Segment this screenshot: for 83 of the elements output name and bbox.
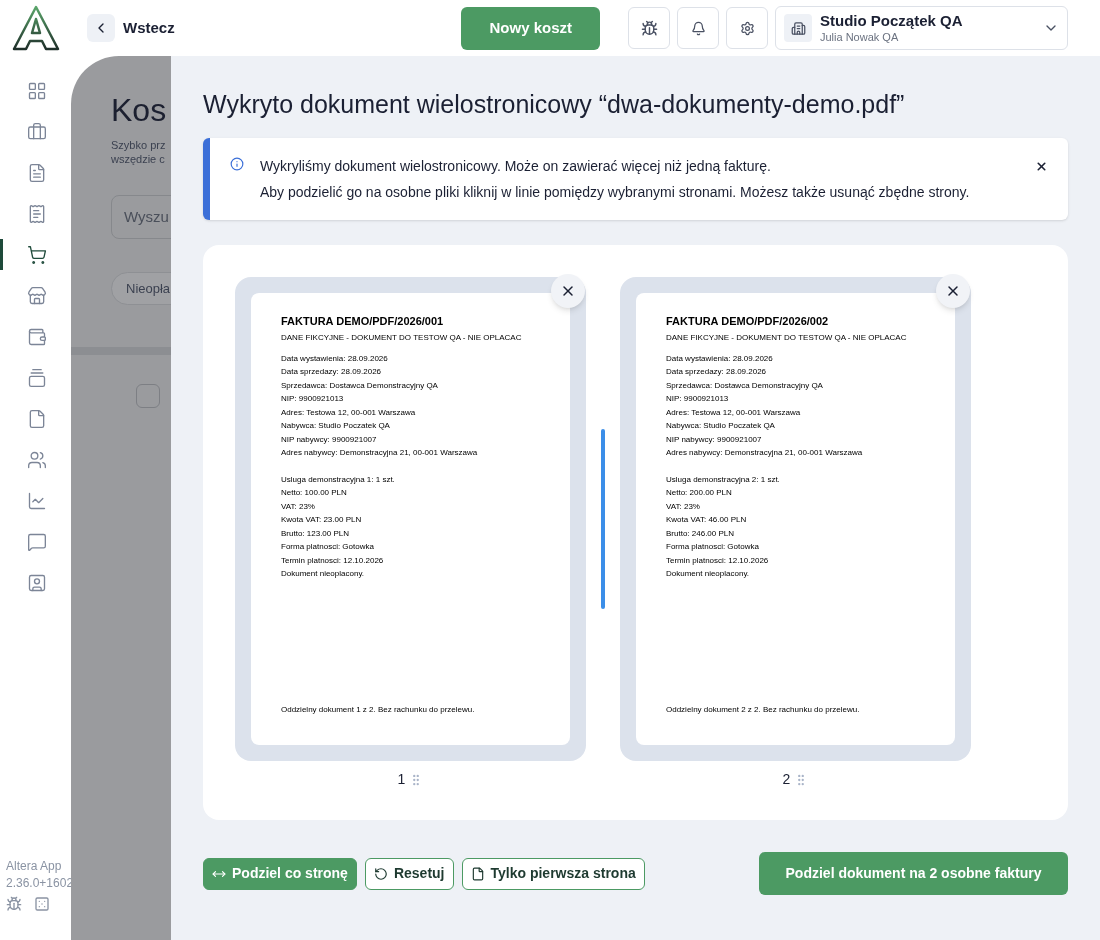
company-switcher[interactable]: Studio Początek QA Julia Nowak QA (775, 6, 1068, 50)
invoice-line: Adres nabywcy: Demonstracyjna 21, 00-001 Warszawa (666, 447, 864, 459)
invoice-line: Data sprzedazy: 28.09.2026 (281, 366, 383, 378)
settings-icon (739, 20, 755, 36)
invoice-line: Kwota VAT: 46.00 PLN (666, 514, 748, 526)
invoice-line: Data wystawienia: 28.09.2026 (666, 352, 774, 365)
invoice-line: Adres: Testowa 12, 00-001 Warszawa (281, 406, 417, 419)
invoice-line: Adres: Testowa 12, 00-001 Warszawa (666, 406, 802, 419)
remove-page-button[interactable] (551, 274, 585, 308)
invoice-line: Brutto: 246.00 PLN (666, 527, 736, 540)
invoice-footer: Oddzielny dokument 2 z 2. Bez rachunku do przelewu. (666, 705, 955, 715)
invoice-line: DANE FIKCYJNE - DOKUMENT DO TESTOW QA - NIE OPLACAC (666, 332, 908, 344)
invoice-line: Kwota VAT: 23.00 PLN (281, 514, 363, 526)
bug-icon[interactable] (6, 896, 22, 912)
invoice-line: Sprzedawca: Dostawca Demonstracyjny QA (281, 379, 439, 392)
action-button[interactable]: Resetuj (364, 857, 454, 890)
invoice-line: Forma platnosci: Gotowka (666, 541, 760, 553)
document-icon (470, 866, 485, 881)
chevron-left-icon (87, 14, 115, 42)
bell-icon (690, 20, 706, 36)
page-title: Kos (111, 91, 168, 130)
close-button[interactable] (1035, 160, 1048, 173)
invoice-line: Dokument nieoplacony. (281, 568, 365, 580)
invoice-line: Netto: 200.00 PLN (666, 487, 733, 499)
invoice-line: Nabywca: Studio Poczatek QA (666, 420, 776, 432)
invoice-heading: FAKTURA DEMO/PDF/2026/002 (666, 315, 830, 327)
invoice-line: Sprzedawca: Dostawca Demonstracyjny QA (666, 379, 824, 392)
filter-chip[interactable]: Nieopła (111, 272, 171, 305)
invoice-line: Termin platnosci: 12.10.2026 (281, 554, 385, 567)
action-button[interactable]: Tylko pierwsza strona (461, 857, 645, 890)
logo-icon (11, 5, 60, 51)
alert-text: Aby podzielić go na osobne pliki kliknij w linie pomiędzy wybranymi stronami. Możesz także usunąć zbędne strony. (260, 183, 971, 202)
page-number: 1 (397, 770, 406, 789)
invoice-line: NIP: 9900921013 (281, 393, 345, 405)
bug-icon (640, 19, 658, 37)
invoice-line: Forma platnosci: Gotowka (281, 541, 375, 553)
page-number: 2 (782, 770, 791, 789)
reset-icon (373, 866, 388, 881)
invoice-line: DANE FIKCYJNE - DOKUMENT DO TESTOW QA - NIE OPLACAC (281, 332, 523, 344)
invoice-footer: Oddzielny dokument 1 z 2. Bez rachunku do przelewu. (281, 705, 570, 715)
invoice-line: Termin platnosci: 12.10.2026 (666, 554, 770, 567)
cart-nav-button[interactable] (26, 243, 48, 266)
invoice-line: Brutto: 123.00 PLN (281, 527, 351, 540)
invoice-line: Dokument nieoplacony. (666, 568, 750, 580)
invoice-heading: FAKTURA DEMO/PDF/2026/001 (281, 315, 445, 327)
invoice-line: Nabywca: Studio Poczatek QA (281, 420, 391, 432)
remove-page-button[interactable] (936, 274, 970, 308)
settings-button[interactable] (726, 7, 768, 49)
app-name: Altera App (6, 858, 63, 875)
back-button[interactable]: Wstecz (87, 14, 175, 42)
invoice-line: VAT: 23% (666, 500, 701, 513)
new-cost-button[interactable]: Nowy koszt (461, 6, 600, 50)
alert-text: Wykryliśmy dokument wielostronicowy. Może on zawierać więcej niż jedną fakturę. (260, 157, 772, 176)
close-icon (560, 283, 576, 299)
info-icon (230, 157, 244, 171)
invoice-line: Data sprzedazy: 28.09.2026 (666, 366, 768, 378)
page-subtitle: wszędzie c (111, 152, 166, 166)
invoice-line: NIP nabywcy: 9900921007 (281, 433, 378, 446)
user-name: Julia Nowak QA (820, 30, 900, 45)
close-icon (945, 283, 961, 299)
dice-icon[interactable] (34, 896, 50, 912)
bug-report-button[interactable] (628, 7, 670, 49)
store-nav-button[interactable] (26, 284, 48, 307)
stacked-cards-nav-button[interactable] (26, 366, 48, 389)
invoice-line: Netto: 100.00 PLN (281, 487, 348, 499)
company-name: Studio Początek QA (820, 11, 964, 31)
action-button[interactable]: Podziel co stronę (203, 857, 357, 890)
invoice-line: Usluga demonstracyjna 1: 1 szt. (281, 473, 396, 486)
invoice-line: Data wystawienia: 28.09.2026 (281, 352, 389, 365)
split-document-button[interactable]: Podziel dokument na 2 osobne faktury (759, 852, 1068, 895)
page-thumbnail-frame[interactable] (620, 277, 971, 761)
invoice-line: NIP: 9900921013 (666, 393, 730, 405)
notifications-button[interactable] (677, 7, 719, 49)
app-version: 2.36.0+1602 (6, 875, 71, 892)
invoice-line: Adres nabywcy: Demonstracyjna 21, 00-001 Warszawa (281, 447, 479, 459)
invoice-line: NIP nabywcy: 9900921007 (666, 433, 763, 446)
page-thumbnail-frame[interactable] (235, 277, 586, 761)
invoice-line: VAT: 23% (281, 500, 316, 513)
dialog-title: Wykryto dokument wielostronicowy “dwa-dokumenty-demo.pdf” (203, 89, 906, 120)
building-icon (784, 14, 812, 42)
checkbox[interactable] (136, 384, 160, 408)
invoice-line: Usluga demonstracyjna 2: 1 szt. (666, 473, 781, 486)
page-subtitle: Szybko prz (111, 138, 167, 152)
